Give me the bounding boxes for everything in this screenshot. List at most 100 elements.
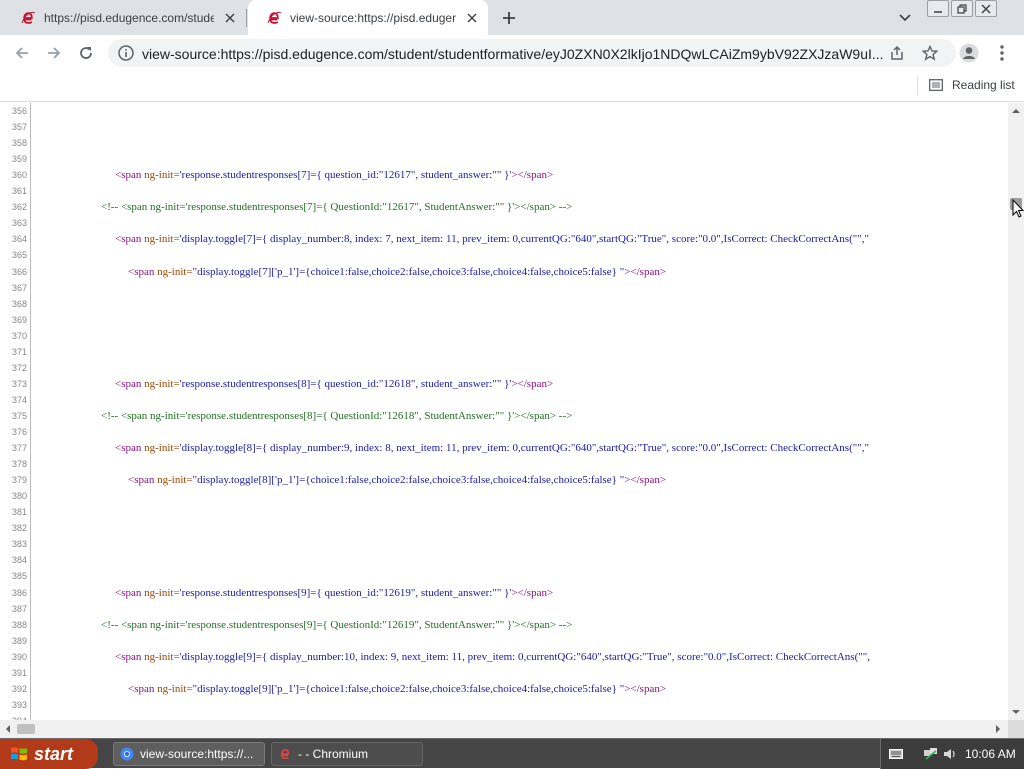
html-tag: <span ng-init="display.toggle[9]['p_1']=… — [128, 682, 667, 695]
line-number: 381 — [11, 507, 27, 518]
html-tag: <span ng-init="display.toggle[8]['p_1']=… — [128, 474, 667, 487]
volume-icon[interactable] — [943, 747, 957, 761]
restore-button[interactable] — [951, 0, 973, 17]
line-number: 393 — [11, 699, 27, 710]
arrow-left-icon — [15, 47, 28, 59]
tab-title: https://pisd.edugence.com/student/ — [44, 10, 214, 25]
scroll-up-arrow-icon[interactable] — [1012, 107, 1020, 115]
source-line: 389 — [0, 633, 1008, 649]
line-number: 360 — [11, 170, 27, 181]
source-line: 380 — [0, 488, 1008, 504]
line-number: 364 — [11, 234, 27, 245]
html-comment: <!-- <span ng-init='response.studentresp… — [101, 409, 573, 422]
scroll-left-arrow-icon[interactable] — [4, 725, 12, 733]
source-line: 375 <!-- <span ng-init='response.studentr… — [0, 408, 1008, 424]
tab-search-button[interactable] — [896, 9, 914, 27]
line-number: 365 — [11, 250, 27, 261]
line-number: 386 — [11, 587, 27, 598]
source-line: 373 <span ng-init='response.studentrespon… — [0, 376, 1008, 392]
source-line: 370 — [0, 328, 1008, 344]
share-icon[interactable] — [888, 44, 906, 62]
tab-close-icon[interactable] — [222, 10, 238, 26]
line-number: 357 — [11, 122, 27, 133]
reading-list-button[interactable]: Reading list — [929, 78, 1015, 92]
address-bar[interactable]: view-source:https://pisd.edugence.com/st… — [108, 39, 956, 67]
chevron-down-icon — [899, 14, 911, 22]
line-number: 392 — [11, 683, 27, 694]
taskbar-item-view-source[interactable]: view-source:https://... — [113, 742, 265, 766]
back-button[interactable] — [11, 42, 33, 64]
reload-button[interactable] — [75, 42, 97, 64]
line-number: 369 — [11, 314, 27, 325]
tab-view-source[interactable]: view-source:https://pisd.edugence. — [248, 0, 488, 35]
mouse-cursor-icon — [1012, 199, 1024, 218]
source-line: 357 — [0, 119, 1008, 135]
source-line: 365 — [0, 247, 1008, 263]
scroll-down-arrow-icon[interactable] — [1012, 708, 1020, 716]
line-number: 370 — [11, 330, 27, 341]
start-button[interactable]: start — [0, 739, 98, 769]
tab-student-page[interactable]: https://pisd.edugence.com/student/ — [2, 0, 246, 35]
minimize-icon — [934, 10, 942, 13]
reload-icon — [80, 47, 92, 59]
line-number: 374 — [11, 394, 27, 405]
browser-menu-button[interactable] — [994, 43, 1010, 63]
line-number: 389 — [11, 635, 27, 646]
source-line: 374 — [0, 392, 1008, 408]
view-source-content[interactable]: 356 357 358 359 360 <span ng-init='response.s… — [0, 103, 1008, 720]
source-line: 361 — [0, 183, 1008, 199]
network-icon[interactable] — [923, 747, 939, 761]
source-line: 362 <!-- <span ng-init='response.studentr… — [0, 199, 1008, 215]
source-line: 363 — [0, 215, 1008, 231]
source-line: 364 <span ng-init='display.toggle[7]={ di… — [0, 231, 1008, 247]
vertical-scrollbar[interactable] — [1008, 103, 1024, 720]
profile-avatar-icon[interactable] — [959, 43, 979, 63]
keyboard-icon[interactable] — [889, 748, 903, 760]
html-tag: <span ng-init='display.toggle[8]={ displ… — [115, 442, 869, 455]
line-number: 366 — [11, 266, 27, 277]
taskbar: start view-source:https://... - - Chromi… — [0, 738, 1024, 769]
horizontal-scrollbar[interactable] — [0, 720, 1008, 738]
source-line: 391 — [0, 665, 1008, 681]
source-line: 387 — [0, 601, 1008, 617]
info-icon[interactable] — [118, 45, 134, 61]
chromium-icon — [120, 747, 134, 761]
forward-button[interactable] — [43, 42, 65, 64]
html-tag: <span ng-init='response.studentresponses… — [115, 377, 554, 390]
source-line: 359 — [0, 151, 1008, 167]
source-line: 381 — [0, 504, 1008, 520]
source-line: 368 — [0, 296, 1008, 312]
source-line: 378 — [0, 456, 1008, 472]
source-line: 382 — [0, 520, 1008, 536]
taskbar-item-chromium[interactable]: - - Chromium — [271, 742, 423, 766]
close-window-button[interactable] — [975, 0, 997, 17]
source-line: 371 — [0, 344, 1008, 360]
line-number: 383 — [11, 539, 27, 550]
tab-close-icon[interactable] — [464, 10, 480, 26]
source-line: 360 <span ng-init='response.studentrespon… — [0, 167, 1008, 183]
line-number: 376 — [11, 427, 27, 437]
line-number: 359 — [11, 154, 27, 165]
source-line: 384 — [0, 552, 1008, 568]
scroll-right-arrow-icon[interactable] — [994, 725, 1002, 733]
reading-list-label: Reading list — [952, 78, 1015, 92]
taskbar-clock: 10:06 AM — [965, 747, 1016, 761]
reading-list-icon — [929, 79, 943, 91]
plus-icon — [503, 12, 515, 24]
bookmarks-separator — [917, 77, 918, 95]
html-tag: <span ng-init='display.toggle[9]={ displ… — [115, 650, 870, 663]
source-line: 366 <span ng-init="display.toggle[7]['p_1… — [0, 264, 1008, 280]
system-tray: 10:06 AM — [880, 739, 1024, 769]
source-line: 383 — [0, 536, 1008, 552]
html-tag: <span ng-init='response.studentresponses… — [115, 586, 554, 599]
line-number: 362 — [11, 202, 27, 213]
line-number: 363 — [11, 218, 27, 229]
source-line: 369 — [0, 312, 1008, 328]
minimize-button[interactable] — [927, 0, 949, 17]
bookmark-star-icon[interactable] — [921, 44, 939, 62]
address-bar-url[interactable]: view-source:https://pisd.edugence.com/st… — [142, 46, 888, 62]
new-tab-button[interactable] — [499, 8, 519, 28]
horizontal-scroll-thumb[interactable] — [17, 724, 35, 734]
restore-icon — [957, 3, 967, 14]
tab-separator — [246, 9, 247, 27]
